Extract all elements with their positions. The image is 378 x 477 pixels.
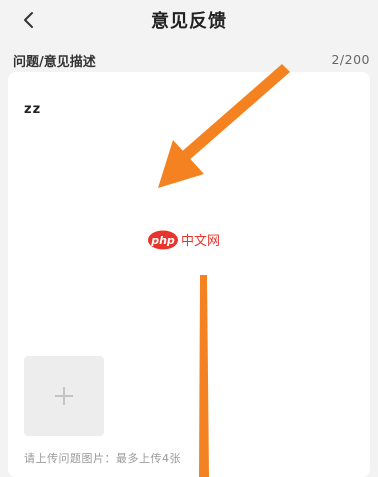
cn-logo-text: 中文网: [181, 234, 220, 249]
char-counter: 2/200: [331, 52, 370, 67]
nav-bar: 意见反馈: [0, 0, 378, 42]
description-input[interactable]: zz: [24, 102, 41, 117]
feedback-screen: 意见反馈 问题/意见描述 2/200 zz 请上传问题图片：最多上传4张 php…: [0, 0, 378, 477]
upload-hint: 请上传问题图片：最多上传4张: [24, 452, 181, 465]
php-logo-text: php: [150, 234, 175, 247]
image-upload-button[interactable]: [24, 356, 104, 436]
page-title: 意见反馈: [151, 11, 227, 32]
description-section-label: 问题/意见描述: [13, 55, 96, 70]
php-cn-watermark-logo: php 中文网: [148, 230, 220, 250]
plus-icon: [55, 387, 73, 405]
